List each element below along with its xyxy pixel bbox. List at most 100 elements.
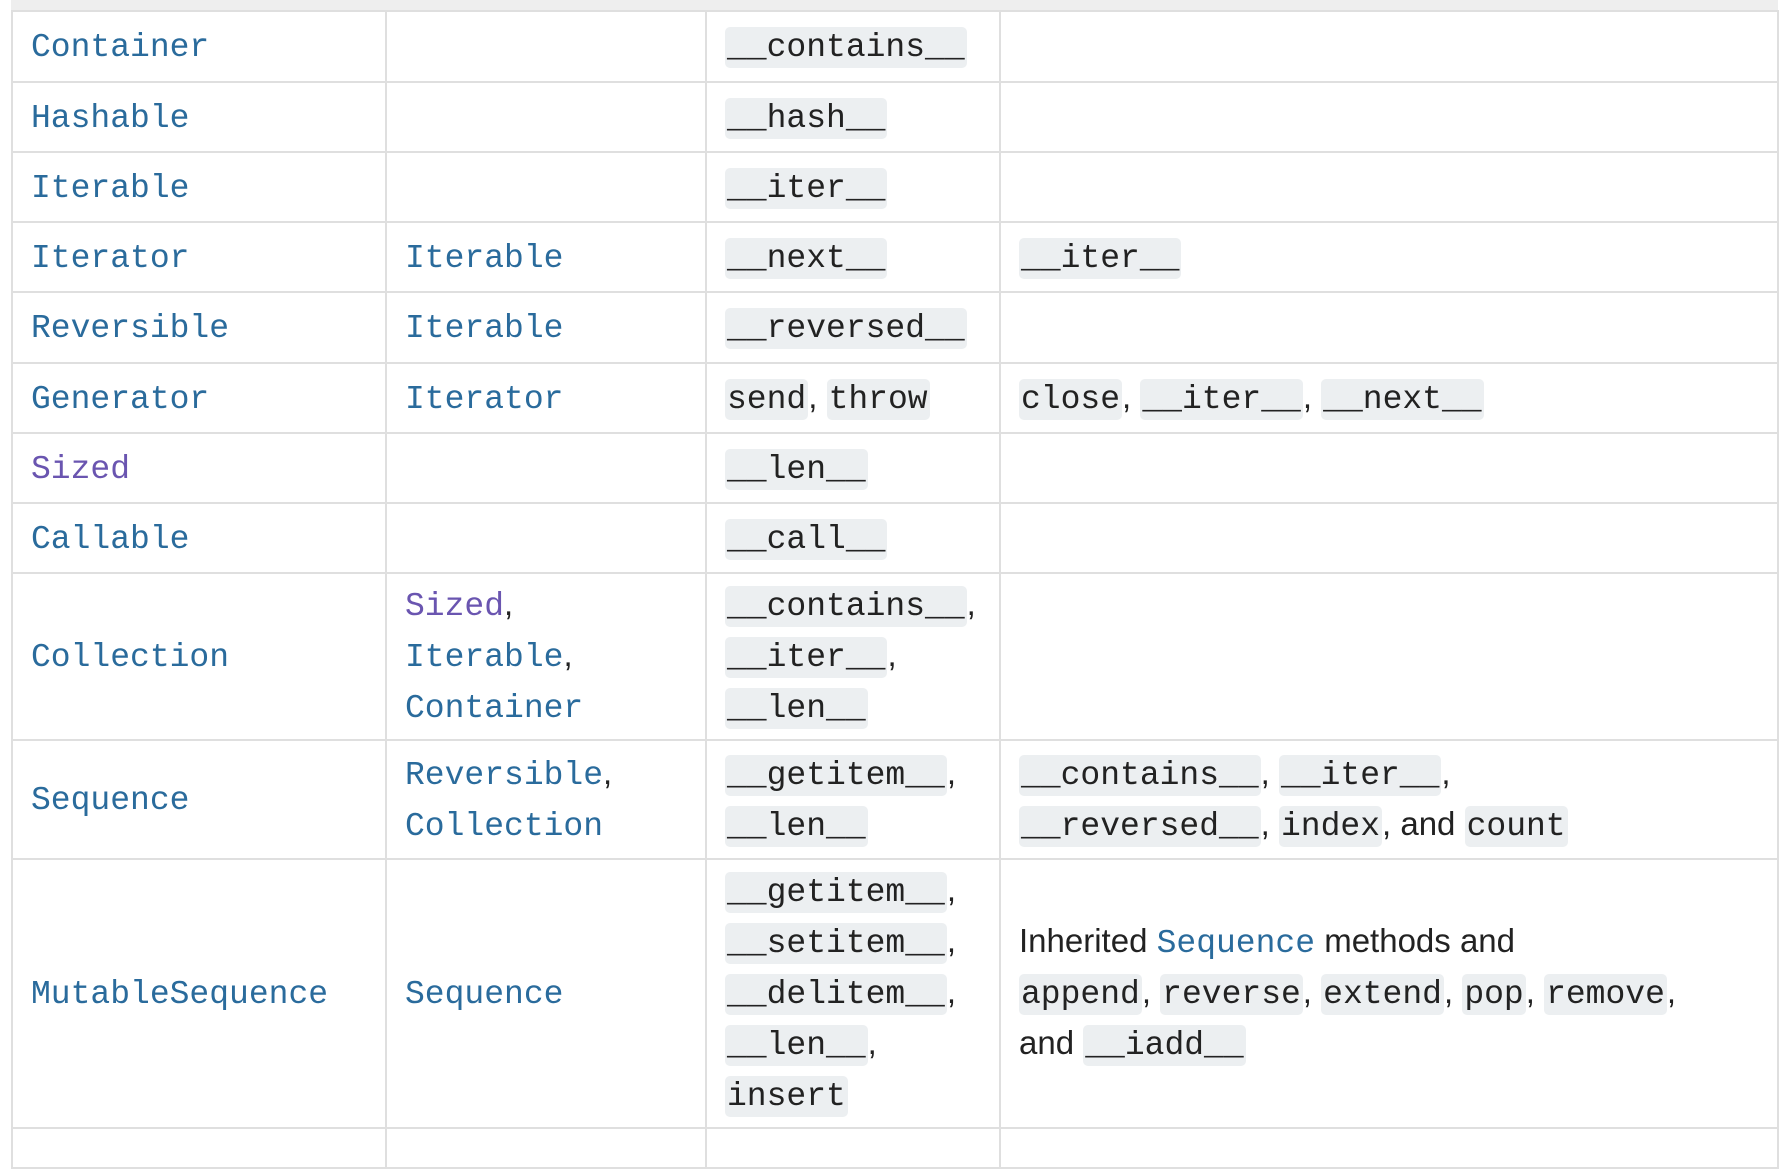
class-link[interactable]: Iterable [405, 639, 563, 676]
mixin-methods-cell [999, 572, 1779, 741]
class-link[interactable]: Reversible [31, 310, 229, 347]
inherits-cell [385, 432, 707, 504]
text: , [603, 753, 613, 791]
abc-cell: Iterator [11, 221, 387, 293]
abc-cell: Collection [11, 572, 387, 741]
class-link[interactable]: Container [31, 29, 209, 66]
inherits-cell: Sequence [385, 858, 707, 1129]
method-code: __getitem__ [725, 872, 947, 913]
method-code: extend [1321, 974, 1444, 1015]
method-code: __iadd__ [1083, 1025, 1246, 1066]
text: , [867, 1024, 877, 1061]
text: and [1019, 1024, 1084, 1061]
method-code: __reversed__ [725, 308, 967, 349]
abstract-methods-cell: __getitem__, __len__ [705, 739, 1001, 860]
class-link[interactable]: Container [405, 690, 583, 727]
class-link[interactable]: Collection [405, 808, 603, 845]
abc-cell: Sequence [11, 739, 387, 860]
class-link[interactable]: Iterator [405, 381, 563, 418]
class-link[interactable]: Collection [31, 639, 229, 676]
method-code: __iter__ [725, 637, 888, 678]
method-code: count [1464, 805, 1568, 847]
method-code: __delitem__ [725, 974, 947, 1015]
text: , [1260, 804, 1279, 842]
abstract-methods-cell: __reversed__ [705, 291, 1001, 364]
table-row: Sized __len__ [11, 432, 1779, 504]
abstract-methods-cell: __len__ [705, 432, 1001, 504]
method-code: __contains__ [725, 586, 967, 627]
inherits-cell [385, 502, 707, 574]
method-code: index [1278, 805, 1383, 847]
method-code: append [1019, 974, 1142, 1015]
class-link[interactable]: Sequence [1157, 925, 1315, 962]
text: , [563, 636, 573, 673]
mixin-methods-cell: __contains__, __iter__, __reversed__, ind… [999, 739, 1779, 860]
mixin-methods-cell [999, 291, 1779, 364]
table-row: Hashable __hash__ [11, 81, 1779, 153]
method-code: reverse [1160, 974, 1303, 1015]
table-row: Container __contains__ [11, 10, 1779, 83]
class-link[interactable]: Iterator [31, 240, 189, 277]
text: Inherited [1019, 922, 1157, 959]
text: , [1302, 377, 1322, 415]
abstract-methods-cell: __call__ [705, 502, 1001, 574]
inherits-cell [385, 151, 707, 223]
abc-cell: Hashable [11, 81, 387, 153]
abc-cell: Generator [11, 362, 387, 434]
method-code: __iter__ [725, 167, 888, 209]
mixin-methods-cell [999, 432, 1779, 504]
text: , and [1382, 804, 1465, 842]
abstract-methods-cell: __hash__ [705, 81, 1001, 153]
inherits-cell: Sized, Iterable, Container [385, 572, 707, 741]
table-row: Iterator Iterable __next__ __iter__ [11, 221, 1779, 293]
method-code: __getitem__ [725, 754, 947, 796]
text: , [946, 871, 957, 908]
class-link[interactable]: Hashable [31, 100, 189, 137]
method-code: __call__ [725, 518, 888, 560]
class-link[interactable]: Reversible [405, 757, 603, 794]
text: , [1260, 753, 1279, 791]
table-row: Reversible Iterable __reversed__ [11, 291, 1779, 364]
text: , [946, 973, 957, 1010]
method-code: __setitem__ [725, 923, 947, 964]
text: , [1122, 377, 1141, 415]
inherits-cell: Iterator [385, 362, 707, 434]
abc-cell: Sized [11, 432, 387, 504]
method-code: __len__ [725, 448, 868, 490]
method-code: __reversed__ [1019, 805, 1261, 847]
method-code: __next__ [725, 237, 888, 279]
class-link[interactable]: Sequence [31, 782, 189, 819]
text: , [504, 585, 514, 622]
text: , [1441, 753, 1451, 791]
text: , [887, 636, 897, 673]
class-link[interactable]: Sized [405, 588, 504, 625]
class-link[interactable]: Iterable [405, 310, 563, 347]
method-code: __iter__ [1019, 237, 1182, 279]
abstract-methods-cell: __contains__, __iter__, __len__ [705, 572, 1001, 741]
text: methods and [1315, 922, 1515, 959]
abstract-methods-cell: send, throw [705, 362, 1001, 434]
class-link[interactable]: Callable [31, 521, 189, 558]
method-code: remove [1544, 974, 1667, 1015]
method-code: send [725, 378, 809, 420]
class-link[interactable]: Sized [31, 451, 130, 488]
method-code: __iter__ [1140, 378, 1303, 420]
text: , [1443, 973, 1463, 1010]
method-code: __len__ [725, 688, 868, 729]
text: , [1666, 973, 1677, 1010]
abc-cell: Container [11, 10, 387, 83]
text: , [966, 585, 976, 622]
class-link[interactable]: Sequence [405, 976, 563, 1013]
class-link[interactable]: MutableSequence [31, 976, 328, 1013]
class-link[interactable]: Iterable [405, 240, 563, 277]
class-link[interactable]: Iterable [31, 170, 189, 207]
abc-cell: Iterable [11, 151, 387, 223]
class-link[interactable]: Generator [31, 381, 209, 418]
abstract-methods-cell: __iter__ [705, 151, 1001, 223]
empty-cell [385, 1127, 707, 1169]
table-row: Sequence Reversible, Collection __getitem__… [11, 739, 1779, 860]
inherits-cell: Iterable [385, 221, 707, 293]
abstract-methods-cell: __contains__ [705, 10, 1001, 83]
inherits-cell: Iterable [385, 291, 707, 364]
abstract-methods-cell: __getitem__, __setitem__, __delitem__, __le… [705, 858, 1001, 1129]
